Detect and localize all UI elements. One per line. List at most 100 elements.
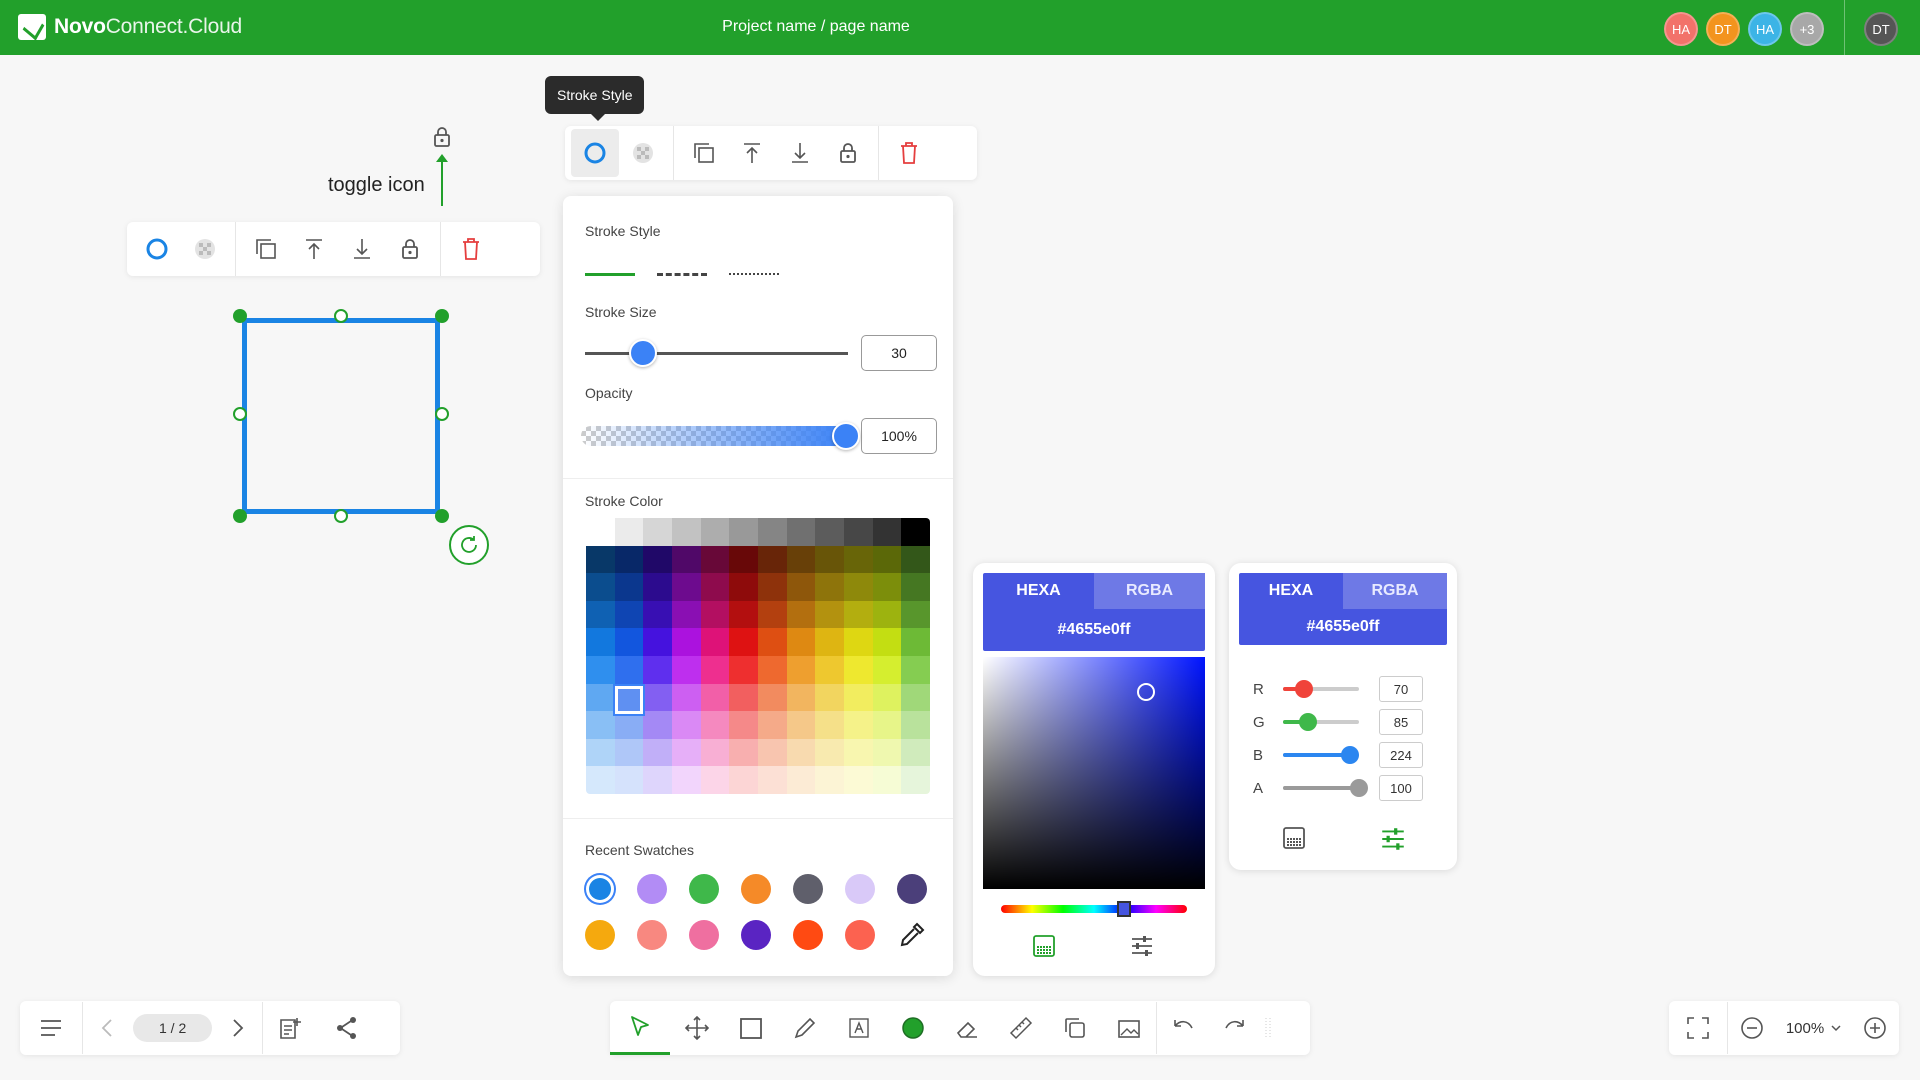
palette-cell[interactable] bbox=[643, 738, 672, 767]
share-button[interactable] bbox=[319, 1001, 375, 1055]
toolbar-drag-handle[interactable] bbox=[1261, 1001, 1275, 1055]
palette-cell[interactable] bbox=[614, 656, 644, 684]
color-palette-grid[interactable] bbox=[586, 518, 930, 794]
palette-cell[interactable] bbox=[815, 738, 844, 767]
palette-cell[interactable] bbox=[700, 600, 730, 629]
channel-slider[interactable] bbox=[1283, 779, 1368, 797]
recent-swatch[interactable] bbox=[741, 874, 771, 904]
redo-button[interactable] bbox=[1209, 1001, 1261, 1055]
move-tool[interactable] bbox=[670, 1001, 724, 1055]
palette-cell[interactable] bbox=[843, 656, 873, 684]
palette-cell[interactable] bbox=[872, 738, 902, 767]
palette-cell[interactable] bbox=[872, 711, 902, 739]
palette-cell[interactable] bbox=[786, 711, 816, 739]
palette-cell[interactable] bbox=[843, 711, 873, 739]
duplicate-button[interactable] bbox=[242, 225, 290, 273]
project-title[interactable]: Project name / page name bbox=[0, 18, 1632, 36]
palette-cell[interactable] bbox=[614, 518, 644, 546]
palette-cell[interactable] bbox=[843, 766, 873, 794]
palette-cell[interactable] bbox=[700, 711, 730, 739]
avatar[interactable]: HA bbox=[1664, 12, 1698, 46]
palette-cell[interactable] bbox=[901, 518, 930, 546]
palette-cell[interactable] bbox=[614, 711, 644, 739]
palette-cell[interactable] bbox=[757, 656, 787, 684]
palette-cell[interactable] bbox=[643, 628, 672, 656]
more-collaborators-avatar[interactable]: +3 bbox=[1790, 12, 1824, 46]
recent-swatch[interactable] bbox=[637, 874, 667, 904]
palette-cell[interactable] bbox=[757, 518, 787, 546]
palette-cell[interactable] bbox=[757, 683, 787, 712]
hex-value[interactable]: #4655e0ff bbox=[1239, 609, 1447, 645]
palette-cell[interactable] bbox=[586, 656, 615, 684]
palette-cell[interactable] bbox=[643, 545, 672, 574]
recent-swatch[interactable] bbox=[689, 874, 719, 904]
palette-cell[interactable] bbox=[757, 573, 787, 601]
eraser-tool[interactable] bbox=[940, 1001, 994, 1055]
color-tool[interactable] bbox=[886, 1001, 940, 1055]
channel-knob[interactable] bbox=[1350, 779, 1368, 797]
menu-button[interactable] bbox=[20, 1001, 82, 1055]
palette-cell[interactable] bbox=[815, 545, 844, 574]
ruler-tool[interactable] bbox=[994, 1001, 1048, 1055]
palette-cell[interactable] bbox=[729, 600, 758, 629]
palette-cell[interactable] bbox=[729, 711, 758, 739]
channel-knob[interactable] bbox=[1294, 680, 1313, 698]
recent-swatch[interactable] bbox=[897, 874, 927, 904]
palette-cell[interactable] bbox=[643, 766, 672, 794]
palette-cell[interactable] bbox=[700, 573, 730, 601]
saturation-cursor[interactable] bbox=[1137, 683, 1155, 701]
duplicate-button[interactable] bbox=[680, 129, 728, 177]
palette-cell[interactable] bbox=[586, 711, 615, 739]
send-to-back-button[interactable] bbox=[776, 129, 824, 177]
line-style-solid[interactable] bbox=[585, 266, 635, 282]
fill-style-button[interactable] bbox=[181, 225, 229, 273]
palette-cell[interactable] bbox=[872, 656, 902, 684]
opacity-input[interactable]: 100% bbox=[861, 418, 937, 454]
recent-swatch[interactable] bbox=[741, 920, 771, 950]
sliders-mode-button[interactable] bbox=[1129, 933, 1155, 964]
palette-cell[interactable] bbox=[757, 545, 787, 574]
palette-cell[interactable] bbox=[614, 738, 644, 767]
palette-cell[interactable] bbox=[729, 628, 758, 656]
page-indicator[interactable]: 1 / 2 bbox=[133, 1014, 213, 1042]
palette-cell[interactable] bbox=[700, 766, 730, 794]
stroke-size-slider[interactable] bbox=[585, 352, 848, 355]
palette-cell[interactable] bbox=[872, 518, 902, 546]
resize-handle-top-left[interactable] bbox=[233, 309, 247, 323]
channel-value-input[interactable]: 100 bbox=[1379, 775, 1423, 801]
opacity-knob[interactable] bbox=[832, 422, 860, 450]
palette-cell[interactable] bbox=[843, 628, 873, 656]
palette-cell[interactable] bbox=[700, 656, 730, 684]
resize-handle-bottom[interactable] bbox=[334, 509, 348, 523]
zoom-in-button[interactable] bbox=[1852, 1001, 1898, 1055]
palette-cell[interactable] bbox=[586, 573, 615, 601]
pen-tool[interactable] bbox=[778, 1001, 832, 1055]
palette-cell[interactable] bbox=[614, 545, 644, 574]
saturation-area[interactable] bbox=[983, 657, 1205, 889]
palette-cell[interactable] bbox=[671, 738, 701, 767]
palette-cell[interactable] bbox=[757, 738, 787, 767]
palette-cell[interactable] bbox=[901, 656, 930, 684]
resize-handle-top-right[interactable] bbox=[435, 309, 449, 323]
palette-cell[interactable] bbox=[729, 766, 758, 794]
shapes-tool[interactable] bbox=[1048, 1001, 1102, 1055]
palette-cell[interactable] bbox=[586, 628, 615, 656]
palette-cell[interactable] bbox=[786, 518, 816, 546]
palette-cell[interactable] bbox=[729, 518, 758, 546]
palette-cell[interactable] bbox=[614, 573, 644, 601]
palette-cell[interactable] bbox=[729, 656, 758, 684]
palette-cell[interactable] bbox=[757, 766, 787, 794]
palette-cell[interactable] bbox=[872, 766, 902, 794]
palette-cell[interactable] bbox=[901, 545, 930, 574]
palette-cell[interactable] bbox=[843, 738, 873, 767]
palette-cell[interactable] bbox=[700, 628, 730, 656]
palette-cell[interactable] bbox=[643, 518, 672, 546]
tab-hexa[interactable]: HEXA bbox=[1239, 573, 1343, 609]
palette-cell[interactable] bbox=[843, 573, 873, 601]
resize-handle-top[interactable] bbox=[334, 309, 348, 323]
resize-handle-right[interactable] bbox=[435, 407, 449, 421]
palette-cell[interactable] bbox=[671, 545, 701, 574]
channel-value-input[interactable]: 85 bbox=[1379, 709, 1423, 735]
palette-cell[interactable] bbox=[643, 683, 672, 712]
next-page-button[interactable] bbox=[212, 1001, 262, 1055]
